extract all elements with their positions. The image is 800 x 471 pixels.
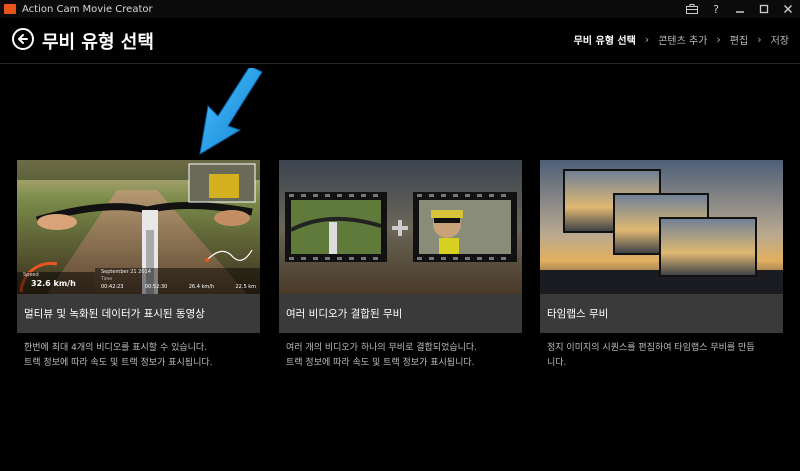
breadcrumb-step-movie-type[interactable]: 무비 유형 선택 bbox=[571, 32, 639, 47]
timelapse-thumbnail bbox=[540, 160, 783, 294]
combined-thumbnail bbox=[279, 160, 522, 294]
movie-type-card-timelapse[interactable]: 타임랩스 무비 정지 이미지의 시퀀스를 편집하여 타임랩스 무비를 만듭 니다… bbox=[540, 160, 783, 371]
overlay-stat: 00:42:23 bbox=[101, 284, 124, 290]
card-description-line: 여러 개의 비디오가 하나의 무비로 결합되었습니다. bbox=[286, 343, 478, 353]
card-description: 한번에 최대 4개의 비디오를 표시할 수 있습니다. 트랙 정보에 따라 속도… bbox=[17, 341, 253, 371]
chevron-right-icon: › bbox=[716, 33, 721, 46]
card-label: 멀티뷰 및 녹화된 데이터가 표시된 동영상 bbox=[17, 294, 260, 333]
card-description-line: 트랙 정보에 따라 속도 및 트랙 정보가 표시됩니다. bbox=[286, 358, 475, 368]
movie-type-card-combined[interactable]: 여러 비디오가 결합된 무비 여러 개의 비디오가 하나의 무비로 결합되었습니… bbox=[279, 160, 522, 371]
overlay-stat: 00:52:30 bbox=[144, 284, 168, 290]
maximize-icon[interactable] bbox=[752, 0, 776, 18]
overlay-date: September 21 2014 bbox=[101, 269, 151, 275]
window-controls: ? bbox=[680, 0, 800, 18]
overlay-stat: 22.5 km bbox=[235, 284, 257, 290]
card-label: 타임랩스 무비 bbox=[540, 294, 783, 333]
title-bar: Action Cam Movie Creator ? bbox=[0, 0, 800, 18]
card-description: 여러 개의 비디오가 하나의 무비로 결합되었습니다. 트랙 정보에 따라 속도… bbox=[279, 341, 515, 371]
card-description-line: 정지 이미지의 시퀀스를 편집하여 타임랩스 무비를 만듭 bbox=[547, 343, 755, 353]
card-description-line: 니다. bbox=[547, 358, 567, 368]
app-title: Action Cam Movie Creator bbox=[22, 3, 153, 15]
overlay-speed-label: Speed bbox=[23, 272, 39, 278]
back-arrow-icon bbox=[18, 34, 28, 44]
breadcrumb-step-edit[interactable]: 편집 bbox=[727, 32, 751, 47]
page-title: 무비 유형 선택 bbox=[42, 32, 154, 53]
toolbox-icon[interactable] bbox=[680, 0, 704, 18]
overlay-speed-value: 32.6 km/h bbox=[31, 279, 76, 288]
chevron-right-icon: › bbox=[644, 33, 650, 46]
pointer-arrow-icon bbox=[199, 68, 263, 155]
minimize-icon[interactable] bbox=[728, 0, 752, 18]
overlay-time-label: Time bbox=[101, 277, 113, 282]
card-label: 여러 비디오가 결합된 무비 bbox=[279, 294, 522, 333]
card-description-line: 한번에 최대 4개의 비디오를 표시할 수 있습니다. bbox=[24, 343, 208, 353]
close-icon[interactable] bbox=[776, 0, 800, 18]
breadcrumb: 무비 유형 선택 › 콘텐츠 추가 › 편집 › 저장 bbox=[571, 32, 792, 47]
overlay-stats: 00:42:23 00:52:30 26.4 km/h 22.5 km bbox=[101, 284, 256, 290]
breadcrumb-step-save[interactable]: 저장 bbox=[768, 32, 792, 47]
breadcrumb-step-add-content[interactable]: 콘텐츠 추가 bbox=[655, 32, 710, 47]
card-description-line: 트랙 정보에 따라 속도 및 트랙 정보가 표시됩니다. bbox=[24, 358, 213, 368]
app-logo-icon bbox=[4, 4, 16, 14]
page-header: 무비 유형 선택 무비 유형 선택 › 콘텐츠 추가 › 편집 › 저장 bbox=[0, 18, 800, 64]
back-button[interactable] bbox=[12, 28, 34, 50]
card-description: 정지 이미지의 시퀀스를 편집하여 타임랩스 무비를 만듭 니다. bbox=[540, 341, 776, 371]
help-icon[interactable]: ? bbox=[704, 0, 728, 18]
multiview-thumbnail: Speed 32.6 km/h September 21 2014 Time 0… bbox=[17, 160, 260, 294]
overlay-stat: 26.4 km/h bbox=[188, 284, 215, 290]
movie-type-card-multiview[interactable]: Speed 32.6 km/h September 21 2014 Time 0… bbox=[17, 160, 260, 371]
chevron-right-icon: › bbox=[757, 33, 762, 46]
